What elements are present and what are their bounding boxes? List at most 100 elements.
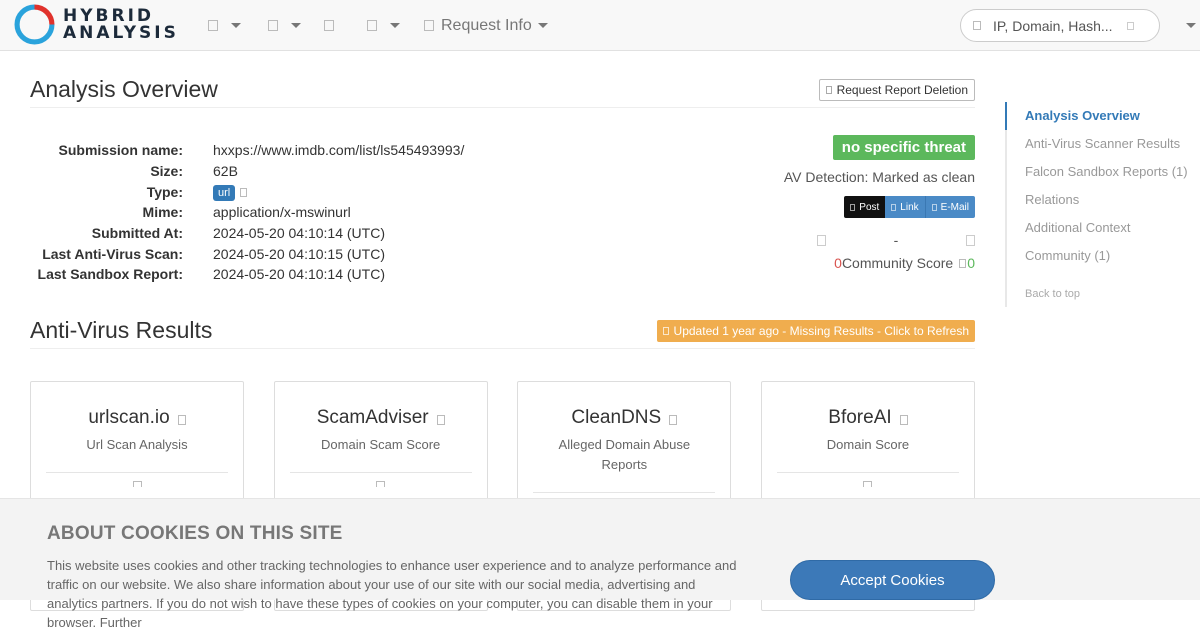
size-value: 62B xyxy=(213,163,238,180)
community-score-row: 0 Community Score 0 xyxy=(784,255,975,271)
chevron-down-icon xyxy=(390,23,400,28)
score-info-icon xyxy=(959,258,967,268)
request-report-deletion-label: Request Report Deletion xyxy=(836,82,968,97)
info-icon[interactable] xyxy=(240,187,248,197)
av-card-name: ScamAdviser xyxy=(316,407,429,428)
search-input[interactable] xyxy=(993,17,1123,34)
nav-dropdown-1[interactable] xyxy=(208,20,268,31)
cookie-banner-text: This website uses cookies and other trac… xyxy=(47,558,737,630)
detail-label: Type: xyxy=(146,183,183,200)
divider xyxy=(289,472,472,473)
last-av-scan-value: 2024-05-20 04:10:15 (UTC) xyxy=(213,245,385,262)
anti-virus-results-header: Anti-Virus Results Updated 1 year ago - … xyxy=(30,313,975,349)
analysis-overview-header: Analysis Overview Request Report Deletio… xyxy=(30,72,975,108)
nav-icon-4 xyxy=(367,20,377,31)
detail-label: Last Anti-Virus Scan: xyxy=(42,245,183,262)
av-card-title: ScamAdviser xyxy=(275,407,487,429)
card-status-icon xyxy=(376,481,386,487)
external-link-icon[interactable] xyxy=(899,415,908,425)
av-detection-text: AV Detection: Marked as clean xyxy=(783,169,975,185)
vote-row: - xyxy=(784,232,975,248)
sidenav-item-falcon-sandbox-reports[interactable]: Falcon Sandbox Reports (1) xyxy=(1007,158,1200,186)
av-card-name: urlscan.io xyxy=(88,407,170,428)
sidenav-item-analysis-overview[interactable]: Analysis Overview xyxy=(1005,102,1200,130)
chevron-down-icon xyxy=(537,23,548,28)
share-email-button[interactable]: E-Mail xyxy=(924,196,975,218)
community-score-positive: 0 xyxy=(967,255,975,271)
community-score-negative: 0 xyxy=(834,255,842,271)
refresh-results-label: Updated 1 year ago - Missing Results - C… xyxy=(673,323,969,338)
external-link-icon[interactable] xyxy=(177,415,186,425)
sidenav-item-relations[interactable]: Relations xyxy=(1007,186,1200,214)
share-post-label: Post xyxy=(859,201,880,213)
request-report-deletion-button[interactable]: Request Report Deletion xyxy=(818,78,975,101)
share-buttons: Post Link E-Mail xyxy=(784,196,975,218)
share-post-button[interactable]: Post xyxy=(844,196,886,218)
detail-row-size: Size: 62B xyxy=(30,161,464,182)
cookie-banner: ABOUT COOKIES ON THIS SITE This website … xyxy=(0,498,1200,630)
av-card-description: Domain Scam Score xyxy=(321,437,441,452)
page-sidenav: Analysis Overview Anti-Virus Scanner Res… xyxy=(1005,102,1200,307)
av-card-title: urlscan.io xyxy=(31,407,243,429)
av-card-description: Url Scan Analysis xyxy=(86,437,188,452)
submission-name-value: hxxps://www.imdb.com/list/ls545493993/ xyxy=(213,142,465,159)
logo-line-2: ANALYSIS xyxy=(63,22,179,43)
nav-icon-1 xyxy=(208,20,218,31)
detail-row-submission-name: Submission name: hxxps://www.imdb.com/li… xyxy=(30,140,465,161)
detail-row-last-av-scan: Last Anti-Virus Scan: 2024-05-20 04:10:1… xyxy=(30,243,464,264)
vote-status: - xyxy=(893,232,899,248)
detail-label: Submitted At: xyxy=(91,225,183,242)
share-link-label: Link xyxy=(900,201,919,213)
user-menu-chevron-icon[interactable] xyxy=(1186,23,1196,28)
refresh-results-button[interactable]: Updated 1 year ago - Missing Results - C… xyxy=(656,319,975,342)
nav-link-3[interactable] xyxy=(324,20,367,31)
submitted-at-value: 2024-05-20 04:10:14 (UTC) xyxy=(213,225,385,242)
sidenav-item-additional-context[interactable]: Additional Context xyxy=(1007,214,1200,242)
av-card-title: BforeAI xyxy=(762,407,974,429)
request-info-icon xyxy=(424,20,434,31)
card-status-icon xyxy=(132,481,142,487)
nav-request-info[interactable]: Request Info xyxy=(424,17,548,35)
detail-label: Mime: xyxy=(142,204,183,221)
sidenav-item-community[interactable]: Community (1) xyxy=(1007,242,1200,270)
divider xyxy=(533,492,716,493)
av-card-name: CleanDNS xyxy=(571,407,662,428)
detail-label: Submission name: xyxy=(58,142,183,159)
x-logo-icon xyxy=(850,203,856,211)
nav-icon-3 xyxy=(324,20,334,31)
search-icon[interactable] xyxy=(973,21,981,30)
nav-dropdown-2[interactable] xyxy=(268,20,324,31)
logo-text: HYBRID ANALYSIS xyxy=(63,7,179,43)
av-card-name: BforeAI xyxy=(828,407,892,428)
share-link-button[interactable]: Link xyxy=(885,196,925,218)
envelope-icon xyxy=(931,203,937,211)
nav-menu: Request Info xyxy=(208,0,548,51)
refresh-icon xyxy=(662,326,669,335)
logo-ring-icon xyxy=(14,4,55,45)
thumbs-down-icon[interactable] xyxy=(817,234,826,246)
thumbs-up-icon[interactable] xyxy=(966,234,975,246)
cookie-banner-title: ABOUT COOKIES ON THIS SITE xyxy=(47,523,343,544)
clear-search-icon[interactable] xyxy=(1127,21,1134,30)
chevron-down-icon xyxy=(291,23,301,28)
type-value-wrapper: url xyxy=(213,183,248,201)
back-to-top-link[interactable]: Back to top xyxy=(1007,282,1200,307)
anti-virus-results-title: Anti-Virus Results xyxy=(30,317,213,343)
card-status-icon xyxy=(863,481,873,487)
hybrid-analysis-logo[interactable]: HYBRID ANALYSIS xyxy=(14,4,179,45)
threat-level-badge: no specific threat xyxy=(832,135,975,160)
accept-cookies-button[interactable]: Accept Cookies xyxy=(790,560,995,600)
mime-value: application/x-mswinurl xyxy=(213,204,351,221)
av-card-description: Alleged Domain Abuse Reports xyxy=(558,437,691,472)
detail-label: Last Sandbox Report: xyxy=(37,266,183,283)
divider xyxy=(776,472,959,473)
detail-row-mime: Mime: application/x-mswinurl xyxy=(30,202,464,223)
external-link-icon[interactable] xyxy=(669,415,678,425)
type-badge: url xyxy=(213,184,236,201)
submission-details: Submission name: hxxps://www.imdb.com/li… xyxy=(30,140,465,285)
nav-dropdown-4[interactable] xyxy=(367,20,424,31)
detail-row-type: Type: url xyxy=(30,181,464,202)
external-link-icon[interactable] xyxy=(436,415,445,425)
sidenav-item-anti-virus-scanner-results[interactable]: Anti-Virus Scanner Results xyxy=(1007,130,1200,158)
av-card-title: CleanDNS xyxy=(518,407,730,429)
